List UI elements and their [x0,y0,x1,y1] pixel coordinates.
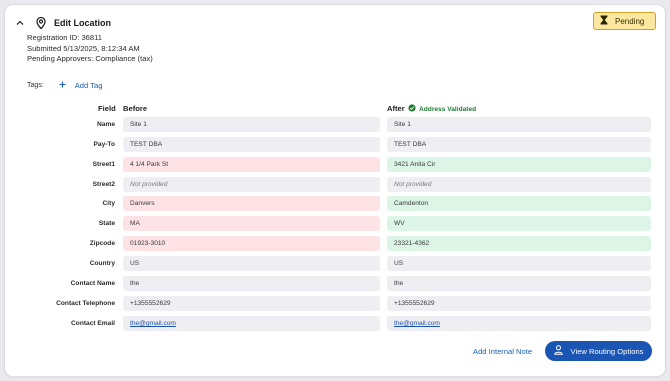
before-value-street1: 4 1/4 Park St [123,157,380,172]
after-value-text: US [394,260,404,267]
edit-location-card: Edit Location Pending Registration ID: 3… [5,5,665,376]
after-value-text: Camdenton [394,200,429,207]
address-validated-indicator: Address Validated [408,104,476,114]
before-value-name: Site 1 [123,117,380,132]
person-icon [553,345,563,357]
after-value-contact-email[interactable]: the@gmail.com [387,316,651,331]
after-value-text: Site 1 [394,121,411,128]
field-column-header: Field [98,104,116,113]
before-value-pay-to: TEST DBA [123,137,380,152]
after-value-text: Not provided [394,181,432,188]
submitted-timestamp: Submitted 5/13/2025, 8:12:34 AM [27,43,140,53]
before-value-city: Danvers [123,196,380,211]
after-value-country: US [387,256,651,271]
before-value-country: US [123,256,380,271]
before-value-text: Not provided [130,181,168,188]
after-value-name: Site 1 [387,117,651,132]
plus-icon [59,81,66,90]
before-value-text[interactable]: the@gmail.com [130,320,176,327]
before-value-text: +1355552629 [130,300,171,307]
field-label-state: State [98,220,115,227]
before-value-text: Danvers [130,200,155,207]
add-internal-note-button[interactable]: Add Internal Note [473,347,532,356]
pending-approvers: Pending Approvers: Compliance (tax) [27,54,153,63]
after-value-text: TEST DBA [394,141,427,148]
before-value-text: US [130,260,140,267]
registration-meta: Registration ID: 36811 Submitted 5/13/20… [27,33,153,65]
before-value-state: MA [123,216,380,231]
after-value-street1: 3421 Anita Cir [387,157,651,172]
after-value-text: WV [394,220,405,227]
before-value-zipcode: 01923-3010 [123,236,380,251]
after-value-text[interactable]: the@gmail.com [394,320,440,327]
field-label-contact-email: Contact Email [71,320,115,327]
after-value-state: WV [387,216,651,231]
after-value-text: the [394,280,404,287]
registration-id: Registration ID: 36811 [27,33,102,42]
before-value-contact-name: the [123,276,380,291]
status-badge-label: Pending [615,16,645,26]
before-value-contact-telephone: +1355552629 [123,296,380,311]
after-value-pay-to: TEST DBA [387,137,651,152]
before-value-text: 01923-3010 [130,240,166,247]
tags-row: Tags: Add Tag [27,81,102,90]
after-value-city: Camdenton [387,196,651,211]
view-routing-options-button[interactable]: View Routing Options [545,341,652,361]
field-label-pay-to: Pay-To [93,141,116,148]
after-value-contact-name: the [387,276,651,291]
field-label-name: Name [97,121,115,128]
field-label-zipcode: Zipcode [89,240,115,247]
before-value-text: TEST DBA [130,141,163,148]
field-label-street2: Street2 [92,181,115,188]
after-value-zipcode: 23321-4362 [387,236,651,251]
after-value-contact-telephone: +1355552629 [387,296,651,311]
field-label-street1: Street1 [92,161,115,168]
after-column-header: After [387,104,405,113]
field-label-city: City [102,200,115,207]
field-label-contact-name: Contact Name [70,280,115,287]
page-title: Edit Location [54,18,111,28]
hourglass-icon [600,12,608,30]
before-value-text: the [130,280,140,287]
chevron-up-icon[interactable] [14,17,26,29]
address-validated-label: Address Validated [419,105,477,113]
before-column-header: Before [123,104,148,113]
tags-label: Tags: [27,82,44,89]
add-tag-label: Add Tag [74,81,103,90]
before-value-street2: Not provided [123,177,380,192]
after-value-text: 3421 Anita Cir [394,161,436,168]
card-header: Edit Location [14,14,111,32]
after-value-text: 23321-4362 [394,240,430,247]
field-label-contact-telephone: Contact Telephone [56,300,115,307]
field-label-country: Country [89,260,115,267]
status-badge: Pending [593,12,656,30]
before-value-text: Site 1 [130,121,147,128]
before-value-text: MA [130,220,140,227]
location-pin-icon [34,16,48,30]
view-routing-options-label: View Routing Options [570,346,644,356]
add-tag-button[interactable]: Add Tag [59,81,103,90]
check-circle-icon [408,104,416,114]
after-value-street2: Not provided [387,177,651,192]
after-value-text: +1355552629 [394,300,435,307]
before-value-contact-email[interactable]: the@gmail.com [123,316,380,331]
before-value-text: 4 1/4 Park St [130,161,169,168]
